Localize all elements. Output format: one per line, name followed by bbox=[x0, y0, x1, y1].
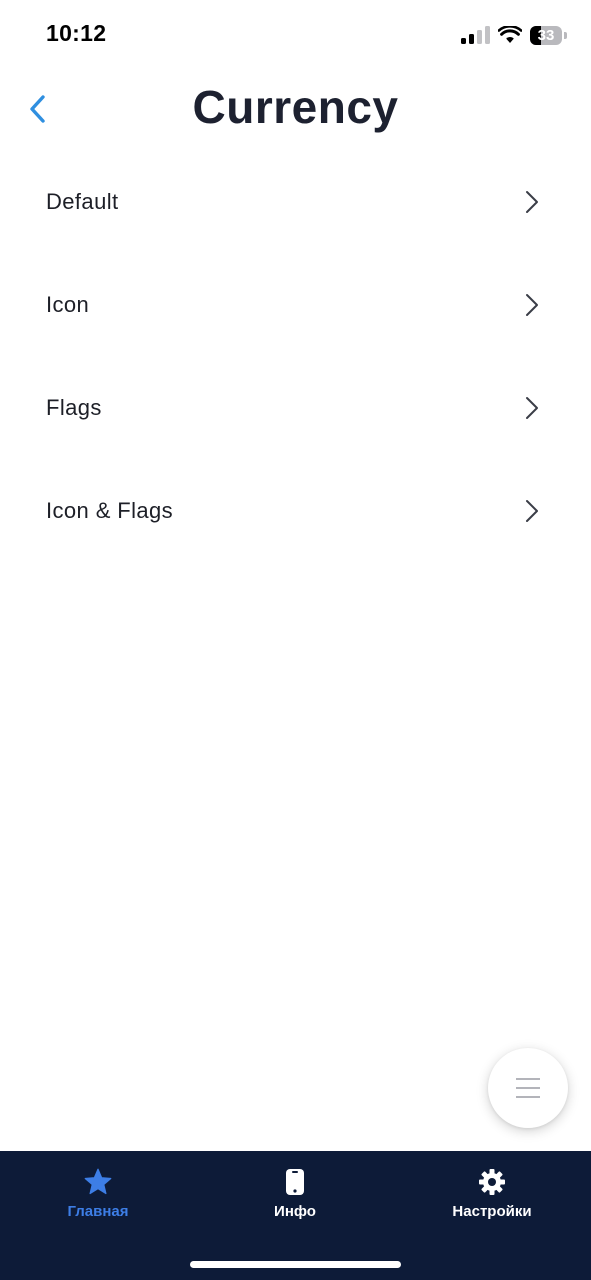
wifi-icon bbox=[498, 26, 522, 43]
status-bar: 10:12 33 bbox=[0, 0, 591, 72]
menu-item-default[interactable]: Default bbox=[0, 150, 591, 253]
chevron-right-icon bbox=[526, 396, 538, 419]
star-icon bbox=[83, 1167, 113, 1197]
screen: 10:12 33 Currency Default Icon Flags Ico… bbox=[0, 0, 591, 1280]
menu-list: Default Icon Flags Icon & Flags bbox=[0, 150, 591, 562]
battery-level: 33 bbox=[537, 26, 555, 44]
battery-cap bbox=[564, 31, 567, 39]
menu-item-icon[interactable]: Icon bbox=[0, 253, 591, 356]
battery-icon: 33 bbox=[530, 25, 562, 45]
home-indicator bbox=[190, 1261, 401, 1268]
phone-icon bbox=[280, 1167, 310, 1197]
chevron-right-icon bbox=[526, 190, 538, 213]
tab-settings[interactable]: Настройки bbox=[412, 1167, 572, 1220]
gear-icon bbox=[477, 1167, 507, 1197]
cellular-signal-icon bbox=[461, 26, 490, 44]
tab-label: Инфо bbox=[274, 1203, 316, 1220]
chevron-right-icon bbox=[526, 293, 538, 316]
floating-menu-button[interactable] bbox=[488, 1048, 568, 1128]
menu-item-label: Flags bbox=[46, 394, 102, 420]
status-icons: 33 bbox=[461, 22, 567, 48]
menu-item-label: Icon bbox=[46, 291, 90, 317]
menu-item-label: Default bbox=[46, 188, 119, 214]
menu-item-label: Icon & Flags bbox=[46, 497, 174, 523]
tab-label: Настройки bbox=[452, 1203, 532, 1220]
tab-label: Главная bbox=[67, 1203, 129, 1220]
menu-item-flags[interactable]: Flags bbox=[0, 356, 591, 459]
menu-lines-icon bbox=[516, 1078, 540, 1098]
page-title: Currency bbox=[192, 81, 399, 133]
tab-bar: Главная Инфо Настройки bbox=[0, 1151, 591, 1280]
tab-info[interactable]: Инфо bbox=[215, 1167, 375, 1220]
chevron-right-icon bbox=[526, 499, 538, 522]
tab-home[interactable]: Главная bbox=[18, 1167, 178, 1220]
status-time: 10:12 bbox=[46, 20, 107, 46]
menu-item-icon-and-flags[interactable]: Icon & Flags bbox=[0, 459, 591, 562]
